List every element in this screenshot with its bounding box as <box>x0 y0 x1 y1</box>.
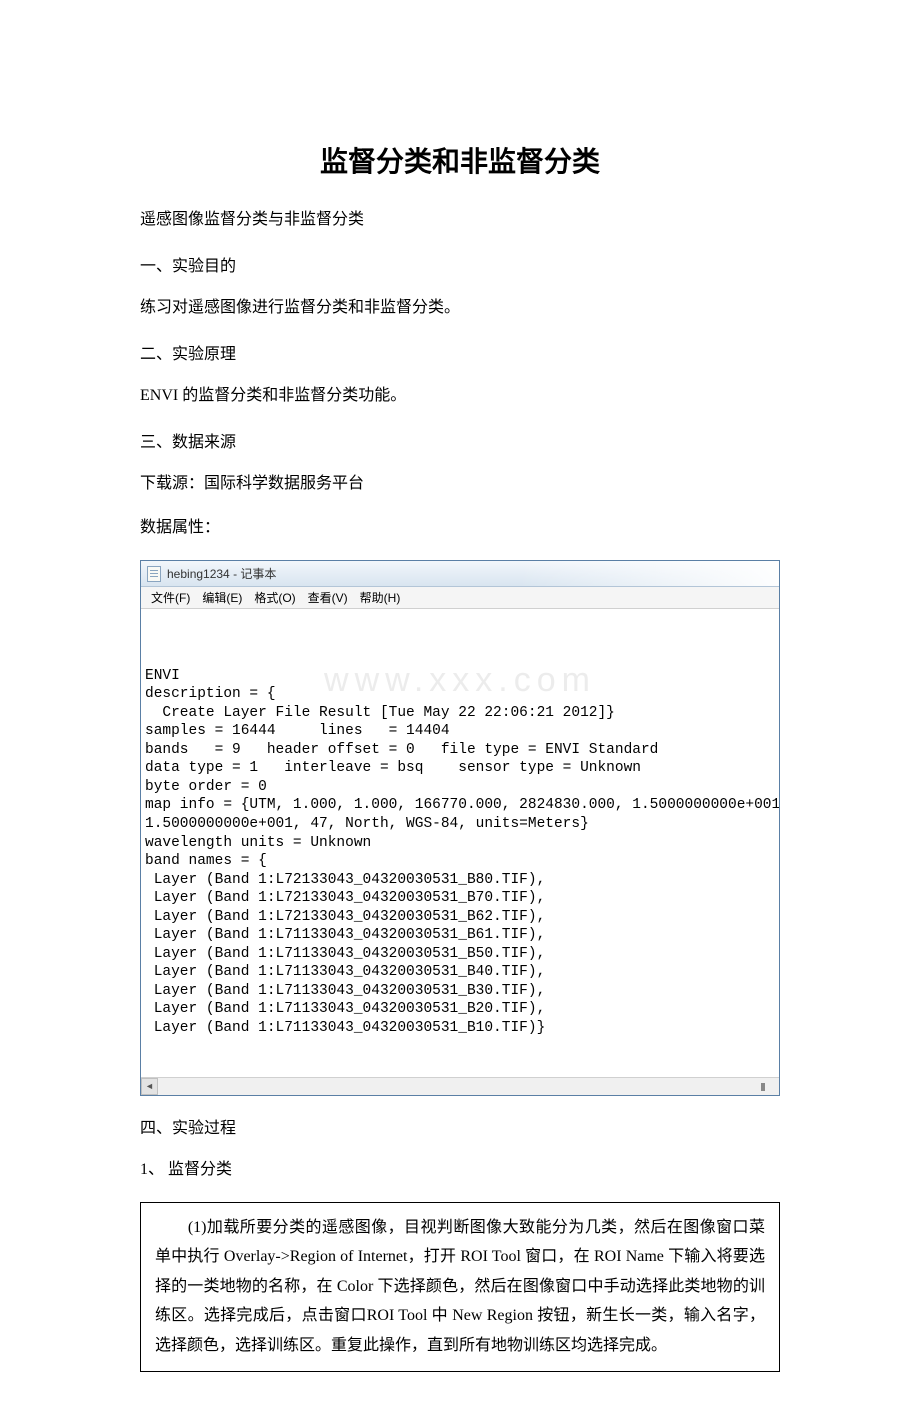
section-heading: 四、实验过程 <box>140 1114 780 1138</box>
titlebar-fade <box>519 561 779 586</box>
scroll-indicator <box>761 1083 765 1091</box>
menu-help[interactable]: 帮助(H) <box>354 589 407 606</box>
notepad-titlebar: hebing1234 - 记事本 <box>141 561 779 587</box>
paragraph: 数据属性： <box>140 516 780 540</box>
notepad-content-area: www.xxx.com ENVI description = { Create … <box>141 609 779 1077</box>
notepad-text: ENVI description = { Create Layer File R… <box>145 667 775 1038</box>
section-heading: 三、数据来源 <box>140 428 780 452</box>
document-title: 监督分类和非监督分类 <box>140 140 780 180</box>
paragraph: 下载源：国际科学数据服务平台 <box>140 472 780 496</box>
menu-file[interactable]: 文件(F) <box>145 589 196 606</box>
notepad-title-text: hebing1234 - 记事本 <box>167 565 276 582</box>
scroll-left-arrow-icon[interactable]: ◄ <box>141 1078 158 1095</box>
paragraph: 1、 监督分类 <box>140 1158 780 1182</box>
boxed-text-content: (1)加载所要分类的遥感图像，目视判断图像大致能分为几类，然后在图像窗口菜单中执… <box>155 1219 765 1354</box>
paragraph: ENVI 的监督分类和非监督分类功能。 <box>140 384 780 408</box>
notepad-window: hebing1234 - 记事本 文件(F) 编辑(E) 格式(O) 查看(V)… <box>140 560 780 1096</box>
menu-view[interactable]: 查看(V) <box>302 589 354 606</box>
notepad-menubar: 文件(F) 编辑(E) 格式(O) 查看(V) 帮助(H) <box>141 587 779 609</box>
section-heading: 二、实验原理 <box>140 340 780 364</box>
notepad-icon <box>147 566 161 582</box>
horizontal-scrollbar[interactable]: ◄ <box>141 1077 779 1095</box>
menu-edit[interactable]: 编辑(E) <box>196 589 248 606</box>
boxed-step-text: (1)加载所要分类的遥感图像，目视判断图像大致能分为几类，然后在图像窗口菜单中执… <box>140 1202 780 1372</box>
section-heading: 一、实验目的 <box>140 252 780 276</box>
paragraph: 练习对遥感图像进行监督分类和非监督分类。 <box>140 296 780 320</box>
menu-format[interactable]: 格式(O) <box>248 589 301 606</box>
paragraph: 遥感图像监督分类与非监督分类 <box>140 208 780 232</box>
